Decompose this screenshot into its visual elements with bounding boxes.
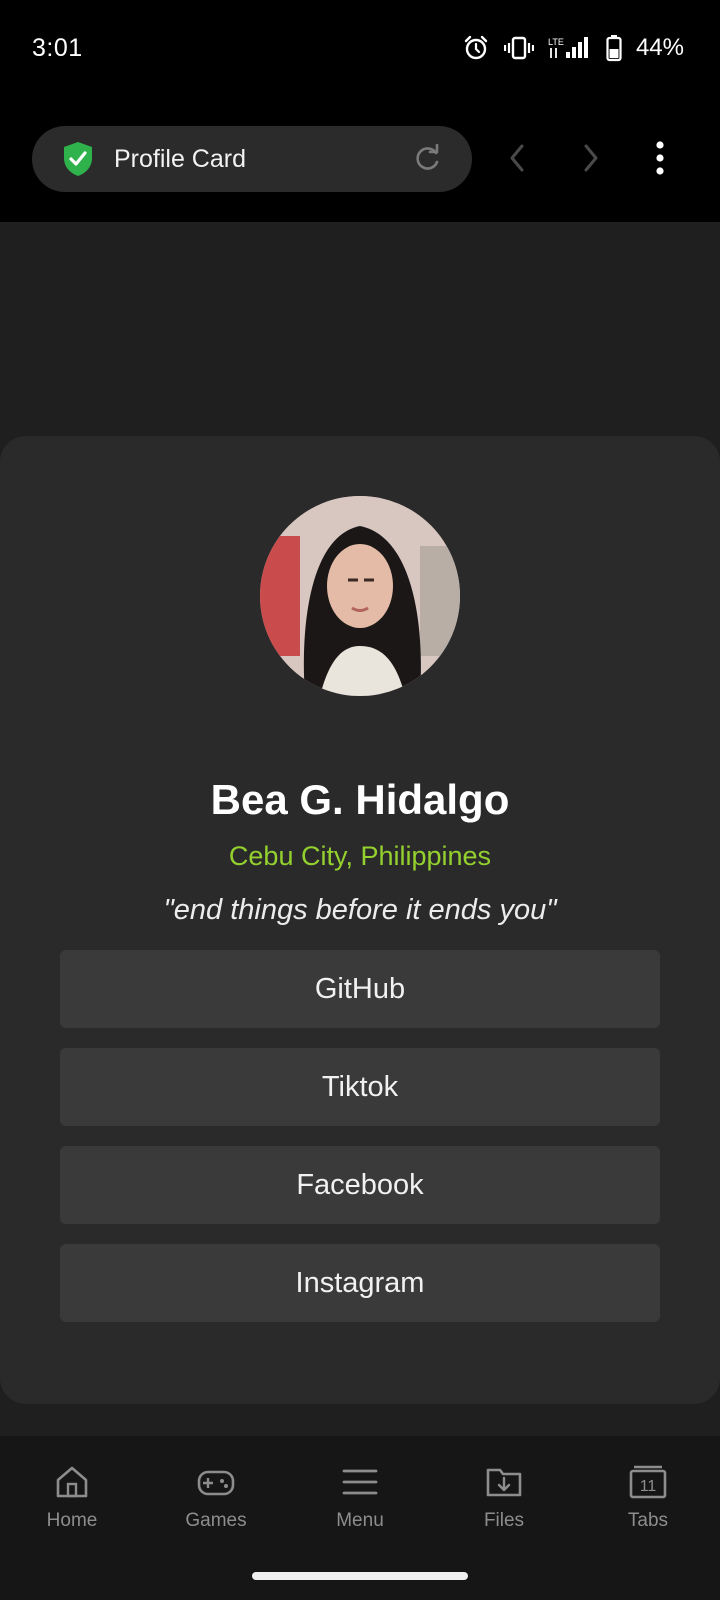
- nav-tabs-label: Tabs: [627, 1510, 669, 1531]
- gamepad-icon: [144, 1462, 288, 1502]
- nav-menu[interactable]: Menu: [288, 1462, 432, 1532]
- battery-icon: [606, 34, 622, 62]
- nav-menu-label: Menu: [336, 1510, 384, 1531]
- status-time: 3:01: [32, 34, 83, 62]
- battery-percent: 44%: [635, 34, 684, 61]
- profile-quote: "end things before it ends you": [163, 894, 557, 926]
- nav-tabs[interactable]: 11 Tabs: [576, 1462, 720, 1532]
- alarm-icon: [462, 34, 490, 62]
- profile-name: Bea G. Hidalgo: [210, 776, 510, 823]
- tiktok-button[interactable]: Tiktok: [60, 1048, 660, 1126]
- profile-card: Bea G. Hidalgo Cebu City, Philippines "e…: [0, 436, 720, 1404]
- avatar: [260, 496, 460, 696]
- menu-icon: [288, 1462, 432, 1502]
- shield-check-icon[interactable]: [60, 140, 96, 183]
- more-vertical-icon[interactable]: [654, 140, 666, 181]
- back-icon[interactable]: [506, 142, 530, 179]
- nav-files-label: Files: [483, 1510, 525, 1531]
- status-bar: 3:01 LTE 44%: [0, 0, 720, 98]
- folder-download-icon: [432, 1462, 576, 1502]
- page-title[interactable]: Profile Card: [114, 145, 246, 174]
- profile-location: Cebu City, Philippines: [228, 841, 492, 871]
- address-bar[interactable]: Profile Card: [32, 126, 472, 192]
- lte-signal-icon: LTE: [548, 34, 592, 62]
- tabs-count: 11: [640, 1478, 657, 1495]
- browser-toolbar: Profile Card: [0, 98, 720, 222]
- page-viewport: Bea G. Hidalgo Cebu City, Philippines "e…: [0, 222, 720, 1436]
- vibrate-icon: [503, 34, 534, 62]
- instagram-button[interactable]: Instagram: [60, 1244, 660, 1322]
- nav-games[interactable]: Games: [144, 1462, 288, 1532]
- status-icons: LTE 44%: [462, 30, 684, 66]
- reload-icon[interactable]: [412, 143, 442, 179]
- nav-files[interactable]: Files: [432, 1462, 576, 1532]
- facebook-button[interactable]: Facebook: [60, 1146, 660, 1224]
- home-icon: [0, 1462, 144, 1502]
- github-button[interactable]: GitHub: [60, 950, 660, 1028]
- home-indicator[interactable]: [252, 1572, 468, 1580]
- nav-games-label: Games: [185, 1510, 247, 1531]
- tabs-icon: 11: [576, 1462, 720, 1502]
- forward-icon[interactable]: [578, 142, 602, 179]
- nav-home-label: Home: [46, 1510, 98, 1531]
- nav-home[interactable]: Home: [0, 1462, 144, 1532]
- svg-text:LTE: LTE: [548, 37, 564, 47]
